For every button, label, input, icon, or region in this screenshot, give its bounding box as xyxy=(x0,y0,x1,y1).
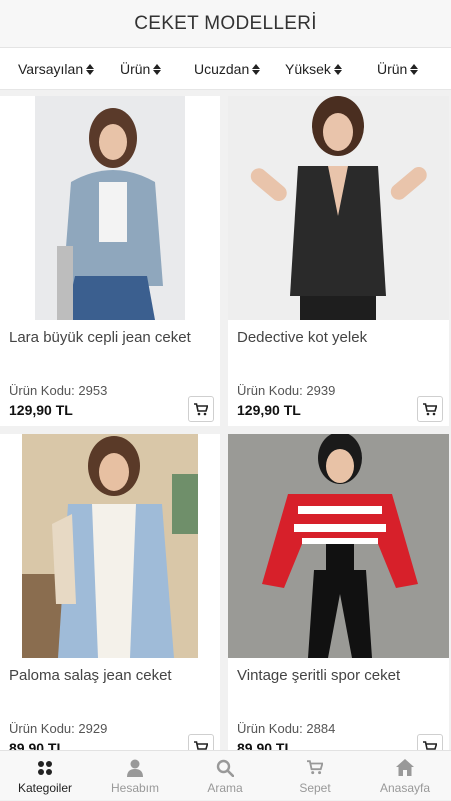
product-image[interactable] xyxy=(0,96,220,320)
product-code: Ürün Kodu: 2939 xyxy=(237,383,336,398)
sort-label: Ucuzdan xyxy=(194,61,250,77)
cart-icon xyxy=(423,402,437,415)
sort-arrows-icon xyxy=(252,63,261,75)
nav-label: Kategoiler xyxy=(17,780,73,795)
sort-label: Varsayılan xyxy=(18,61,84,77)
product-name[interactable]: Vintage şeritli spor ceket xyxy=(237,667,400,684)
product-card[interactable]: Lara büyük cepli jean ceket Ürün Kodu: 2… xyxy=(0,96,220,426)
nav-account[interactable]: Hesabım xyxy=(90,751,180,801)
nav-label: Sepet xyxy=(299,780,331,795)
sort-bar: Varsayılan Ürün Ucuzdan Yüksek Ürün xyxy=(0,48,451,90)
product-card[interactable]: Dedective kot yelek Ürün Kodu: 2939 129,… xyxy=(228,96,449,426)
product-card[interactable]: Vintage şeritli spor ceket Ürün Kodu: 28… xyxy=(228,434,449,764)
nav-label: Anasayfa xyxy=(379,780,431,795)
product-name[interactable]: Dedective kot yelek xyxy=(237,329,367,346)
sort-label: Ürün xyxy=(120,61,151,77)
page-title: CEKET MODELLERİ xyxy=(134,12,317,34)
product-name[interactable]: Paloma salaş jean ceket xyxy=(9,667,172,684)
product-image[interactable] xyxy=(0,434,220,658)
product-price: 129,90 TL xyxy=(237,402,301,418)
sort-product-b[interactable]: Ürün xyxy=(377,48,419,90)
sort-label: Ürün xyxy=(377,61,408,77)
cart-icon xyxy=(194,402,208,415)
nav-home[interactable]: Anasayfa xyxy=(360,751,450,801)
nav-cart[interactable]: Sepet xyxy=(270,751,360,801)
sort-arrows-icon xyxy=(410,63,419,75)
product-name[interactable]: Lara büyük cepli jean ceket xyxy=(9,329,191,346)
product-image[interactable] xyxy=(228,96,449,320)
add-to-cart-button[interactable] xyxy=(417,396,443,422)
user-icon xyxy=(127,758,143,778)
sort-highest[interactable]: Yüksek xyxy=(285,48,342,90)
grid-icon xyxy=(37,758,53,778)
sort-product-a[interactable]: Ürün xyxy=(120,48,162,90)
sort-label: Yüksek xyxy=(285,61,331,77)
product-image[interactable] xyxy=(228,434,449,658)
nav-categories[interactable]: Kategoiler xyxy=(0,751,90,801)
sort-arrows-icon xyxy=(153,63,162,75)
home-icon xyxy=(396,758,414,778)
product-code: Ürün Kodu: 2953 xyxy=(9,383,108,398)
nav-search[interactable]: Arama xyxy=(180,751,270,801)
sort-cheapest[interactable]: Ucuzdan xyxy=(194,48,261,90)
sort-default[interactable]: Varsayılan xyxy=(18,48,95,90)
nav-label: Hesabım xyxy=(110,780,160,795)
app-header: CEKET MODELLERİ xyxy=(0,0,451,48)
sort-arrows-icon xyxy=(333,63,342,75)
search-icon xyxy=(216,758,234,778)
nav-label: Arama xyxy=(207,780,243,795)
cart-icon xyxy=(307,758,323,778)
sort-arrows-icon xyxy=(86,63,95,75)
add-to-cart-button[interactable] xyxy=(188,396,214,422)
product-code: Ürün Kodu: 2884 xyxy=(237,721,336,736)
product-card[interactable]: Paloma salaş jean ceket Ürün Kodu: 2929 … xyxy=(0,434,220,764)
product-code: Ürün Kodu: 2929 xyxy=(9,721,108,736)
bottom-nav: Kategoiler Hesabım Arama Sepet Anasayfa xyxy=(0,750,451,800)
product-price: 129,90 TL xyxy=(9,402,73,418)
